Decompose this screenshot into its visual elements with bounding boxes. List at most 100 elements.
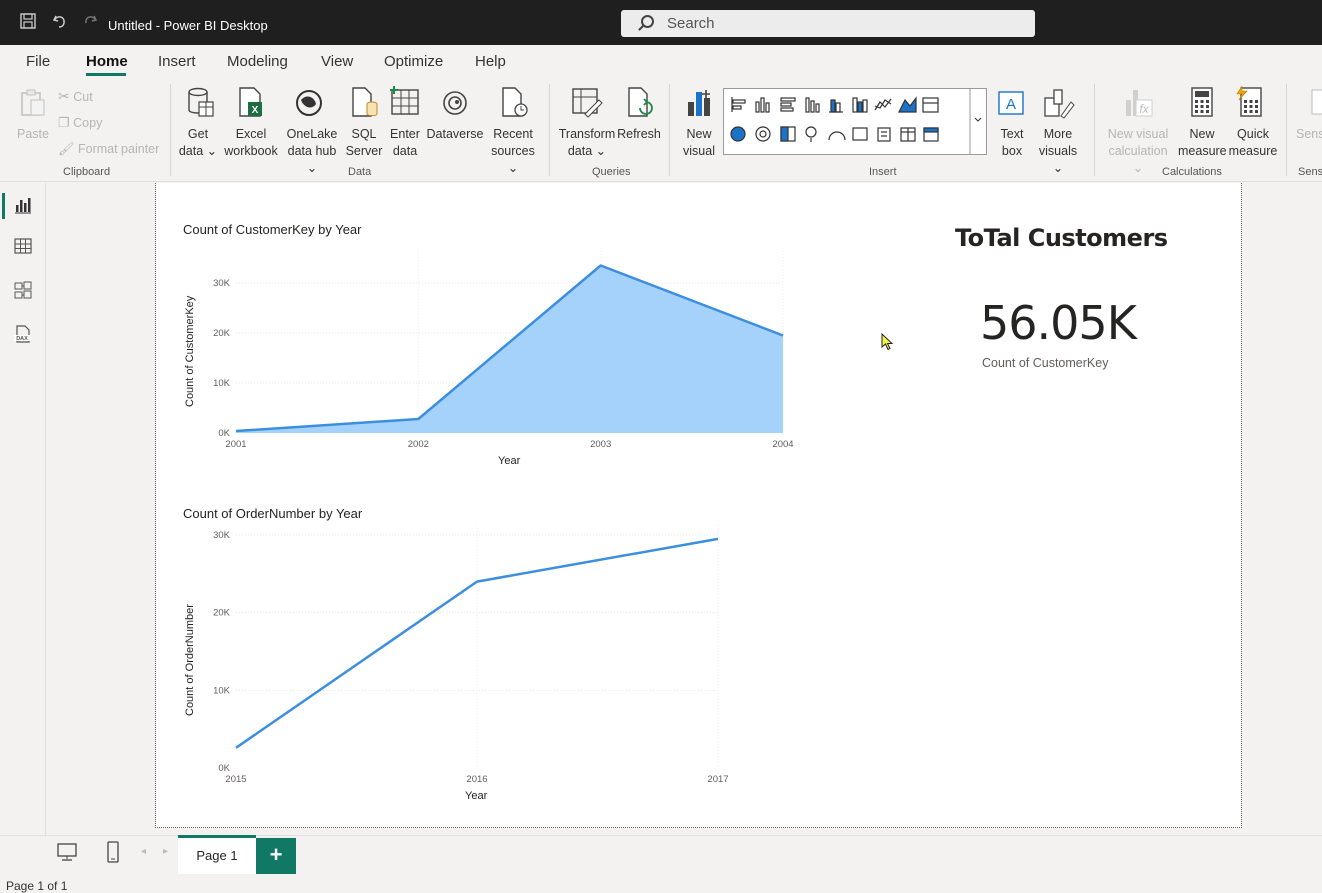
cut-icon: ✂ (58, 88, 70, 104)
transform-data-icon (571, 86, 603, 125)
enter-label-1: Enter (386, 126, 424, 143)
refresh-icon (626, 86, 656, 125)
chart2-title: Count of OrderNumber by Year (183, 506, 362, 521)
search-icon (641, 15, 654, 28)
transform-label-1: Transform (558, 126, 616, 143)
cut-label: Cut (73, 90, 92, 104)
chart1-x-tick-label: 2001 (225, 439, 246, 450)
new-visual-calc-label-1: New visual (1102, 126, 1174, 143)
group-divider (170, 84, 171, 176)
chart1-x-tick-label: 2004 (772, 439, 793, 450)
format-painter-label: Format painter (78, 142, 159, 156)
refresh-button[interactable]: Refresh (616, 126, 662, 143)
chart1-y-tick-label: 20K (213, 328, 231, 339)
redo-icon[interactable] (80, 12, 100, 32)
add-page-button[interactable]: + (256, 838, 296, 874)
dax-query-view-icon[interactable]: DAX (13, 324, 33, 344)
paste-icon (18, 88, 48, 123)
sql-server-button[interactable]: SQL Server (344, 126, 384, 160)
chart2-y-tick-label: 0K (218, 763, 230, 774)
format-painter-button[interactable]: 🖌 Format painter (58, 140, 159, 158)
svg-text:A: A (1006, 96, 1016, 113)
chart2-y-tick-label: 10K (213, 685, 231, 696)
dataverse-button[interactable]: Dataverse (426, 126, 484, 143)
svg-text:fx: fx (1139, 102, 1149, 116)
group-divider (1094, 84, 1095, 176)
onelake-label-2: data hub ⌄ (284, 143, 340, 177)
menu-view[interactable]: View (321, 53, 353, 70)
excel-icon: X (236, 86, 266, 125)
more-visuals-icon (1043, 86, 1075, 125)
ordernumber-line-chart[interactable]: 0K10K20K30K201520162017 (183, 525, 813, 790)
search-box[interactable]: Search (621, 10, 1035, 37)
menu-modeling[interactable]: Modeling (227, 53, 288, 70)
dataverse-icon (440, 88, 470, 123)
chart1-y-tick-label: 0K (218, 428, 230, 439)
get-data-label-2: data ⌄ (178, 143, 218, 160)
copy-icon: ❐ (58, 115, 70, 130)
chart1-y-axis-title: Count of CustomerKey (184, 296, 196, 407)
visualizations-gallery[interactable] (723, 88, 987, 161)
svg-text:X: X (252, 105, 259, 116)
card-value: 56.05K (980, 296, 1136, 350)
report-view-icon[interactable] (13, 195, 33, 215)
paste-button[interactable]: Paste (17, 126, 49, 143)
svg-text:DAX: DAX (16, 336, 28, 342)
menu-help[interactable]: Help (475, 53, 506, 70)
text-box-label-1: Text (994, 126, 1030, 143)
menu-file[interactable]: File (26, 53, 50, 70)
text-box-icon: A (997, 88, 1027, 125)
group-divider (1286, 84, 1287, 176)
enter-label-2: data (386, 143, 424, 160)
sql-label-2: Server (344, 143, 384, 160)
chart2-x-tick-label: 2015 (225, 774, 246, 785)
new-visual-label-2: visual (680, 143, 718, 160)
save-icon[interactable] (18, 12, 38, 32)
quick-measure-button[interactable]: Quick measure (1226, 126, 1280, 160)
next-page-icon[interactable]: ▸ (163, 846, 168, 857)
card-title: ToTal Customers (955, 224, 1168, 252)
copy-button[interactable]: ❐ Copy (58, 114, 102, 132)
text-box-label-2: box (994, 143, 1030, 160)
window-title: Untitled - Power BI Desktop (108, 18, 268, 33)
mobile-layout-icon[interactable] (106, 840, 120, 864)
page-tab-1[interactable]: Page 1 (178, 835, 256, 874)
model-view-icon[interactable] (13, 280, 33, 300)
new-visual-label-1: New (680, 126, 718, 143)
group-label-sensitivity: Sens (1298, 166, 1322, 178)
more-visuals-label-1: More (1032, 126, 1084, 143)
table-view-icon[interactable] (13, 236, 33, 256)
chart1-area-fill (236, 266, 783, 434)
new-measure-button[interactable]: New measure (1178, 126, 1226, 160)
chart1-x-axis-title: Year (498, 455, 520, 467)
get-data-label-1: Get (178, 126, 218, 143)
more-visuals-button[interactable]: More visuals ⌄ (1032, 126, 1084, 177)
menu-insert[interactable]: Insert (158, 53, 196, 70)
group-divider (549, 84, 550, 176)
onelake-label-1: OneLake (284, 126, 340, 143)
transform-data-button[interactable]: Transform data ⌄ (558, 126, 616, 160)
prev-page-icon[interactable]: ◂ (141, 846, 146, 857)
sql-server-icon (350, 86, 380, 125)
recent-sources-button[interactable]: Recent sources ⌄ (486, 126, 540, 177)
enter-data-button[interactable]: Enter data (386, 126, 424, 160)
menu-bar: File Home Insert Modeling View Optimize … (0, 45, 1322, 78)
quick-measure-icon (1236, 86, 1264, 125)
excel-workbook-button[interactable]: Excel workbook (220, 126, 282, 160)
menu-optimize[interactable]: Optimize (384, 53, 443, 70)
menu-home[interactable]: Home (86, 53, 128, 70)
chart1-x-tick-label: 2002 (408, 439, 429, 450)
sensitivity-button[interactable]: Sens (1296, 126, 1322, 143)
new-visual-button[interactable]: New visual (680, 126, 718, 160)
onelake-data-hub-button[interactable]: OneLake data hub ⌄ (284, 126, 340, 177)
desktop-layout-icon[interactable] (56, 842, 78, 862)
customerkey-area-chart[interactable]: 0K10K20K30K2001200220032004 (183, 250, 813, 475)
sensitivity-icon (1310, 88, 1322, 123)
active-view-indicator (2, 193, 5, 219)
text-box-button[interactable]: Text box (994, 126, 1030, 160)
undo-icon[interactable] (50, 12, 70, 32)
cut-button[interactable]: ✂ Cut (58, 88, 93, 106)
get-data-button[interactable]: Get data ⌄ (178, 126, 218, 160)
view-sidebar: DAX (0, 183, 46, 835)
search-placeholder: Search (667, 15, 715, 32)
